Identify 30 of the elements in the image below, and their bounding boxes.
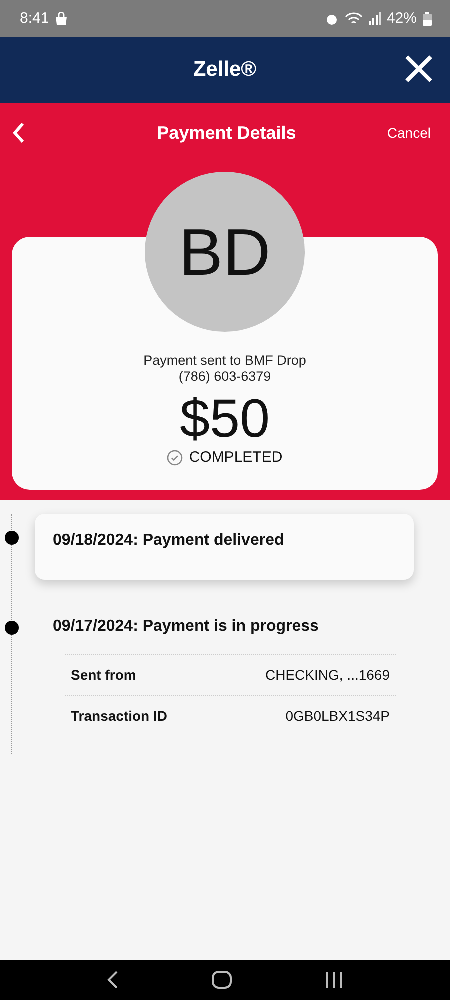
battery-percentage: 42% bbox=[386, 10, 417, 27]
back-button[interactable] bbox=[12, 122, 26, 144]
timeline-dot bbox=[5, 621, 19, 635]
status-label: COMPLETED bbox=[189, 449, 283, 466]
avatar: BD bbox=[145, 172, 305, 332]
page-title: Payment Details bbox=[157, 122, 296, 144]
status-time: 8:41 bbox=[20, 10, 50, 27]
payment-amount: $50 bbox=[180, 389, 270, 449]
home-nav-icon[interactable] bbox=[212, 971, 232, 989]
app-title: Zelle® bbox=[193, 58, 257, 82]
timeline-dot bbox=[5, 531, 19, 545]
timeline-event-card[interactable]: 09/18/2024: Payment delivered bbox=[35, 514, 414, 580]
wifi-icon bbox=[344, 12, 363, 26]
timeline-event[interactable]: 09/17/2024: Payment is in progress Sent from CHECKING, ...1669 Transaction ID 0GB0LBX1S34P bbox=[35, 600, 414, 740]
battery-icon bbox=[423, 12, 432, 26]
back-nav-icon[interactable] bbox=[106, 971, 119, 989]
cancel-button[interactable]: Cancel bbox=[387, 125, 438, 141]
event-text: 09/17/2024: Payment is in progress bbox=[53, 618, 319, 635]
event-text: 09/18/2024: Payment delivered bbox=[53, 532, 284, 549]
detail-label: Transaction ID bbox=[71, 708, 168, 724]
shopping-bag-icon bbox=[55, 12, 68, 26]
detail-value: 0GB0LBX1S34P bbox=[286, 708, 390, 724]
close-button[interactable] bbox=[404, 54, 434, 84]
check-circle-icon bbox=[167, 450, 184, 466]
signal-icon bbox=[368, 12, 381, 25]
recent-apps-icon[interactable] bbox=[325, 971, 344, 989]
recipient-text: Payment sent to BMF Drop bbox=[144, 353, 306, 369]
detail-label: Sent from bbox=[71, 667, 136, 683]
detail-value: CHECKING, ...1669 bbox=[266, 667, 390, 683]
phone-number: (786) 603-6379 bbox=[178, 369, 272, 385]
